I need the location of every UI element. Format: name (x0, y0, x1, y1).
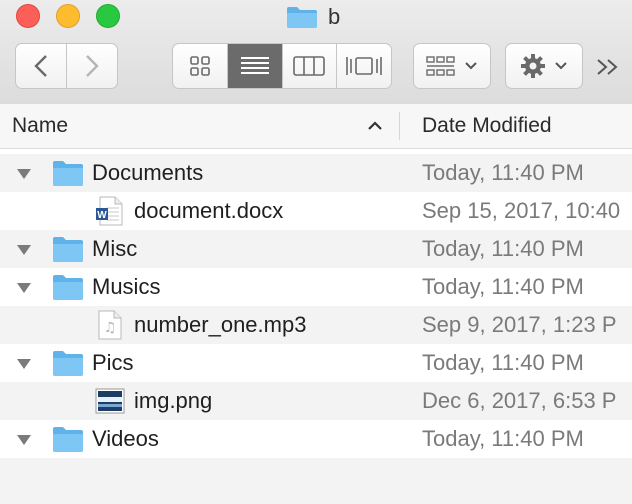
item-name: document.docx (134, 198, 284, 223)
window-title-text: b (328, 4, 341, 29)
cover-flow-view-button[interactable] (336, 44, 391, 88)
toolbar-overflow-button[interactable] (594, 52, 622, 82)
item-date-modified: Today, 11:40 PM (422, 274, 584, 299)
item-name: Videos (92, 426, 159, 451)
item-date-modified: Sep 9, 2017, 1:23 P (422, 312, 617, 337)
folder-icon (53, 351, 83, 376)
arrange-grid-icon (426, 56, 455, 76)
svg-text:W: W (97, 210, 107, 221)
column-divider[interactable] (399, 112, 400, 140)
disclosure-triangle-icon[interactable] (15, 357, 33, 371)
file-row[interactable]: Wdocument.docx Sep 15, 2017, 10:40 (0, 192, 632, 230)
folder-icon (287, 7, 317, 28)
image-file-icon (95, 388, 125, 414)
audio-file-icon: ♫ (98, 310, 122, 340)
minimize-window-button[interactable] (56, 4, 80, 28)
list-view-button[interactable] (226, 44, 282, 88)
chevron-down-icon (555, 62, 567, 70)
item-date-modified: Dec 6, 2017, 6:53 P (422, 388, 617, 413)
disclosure-triangle-icon[interactable] (15, 167, 33, 181)
item-date-modified: Today, 11:40 PM (422, 350, 584, 375)
icon-view-icon (190, 56, 210, 76)
item-date-modified: Today, 11:40 PM (422, 236, 584, 261)
folder-icon (53, 427, 83, 452)
chevron-left-icon (34, 55, 47, 77)
column-view-icon (293, 56, 326, 76)
folder-row[interactable]: Musics Today, 11:40 PM (0, 268, 632, 306)
column-header-row: Name Date Modified (0, 104, 632, 149)
navigation-buttons (15, 43, 118, 89)
folder-icon (53, 275, 83, 300)
disclosure-triangle-icon[interactable] (15, 243, 33, 257)
icon-view-button[interactable] (173, 44, 227, 88)
list-view-icon (240, 57, 269, 74)
finder-window: b Name Date Modified Documents Today, 11… (0, 0, 632, 504)
disclosure-triangle-icon[interactable] (15, 281, 33, 295)
view-mode-selector (172, 43, 392, 89)
gear-icon (521, 54, 545, 78)
window-title: b (286, 4, 340, 30)
item-name: Documents (92, 160, 204, 185)
item-date-modified: Today, 11:40 PM (422, 160, 584, 185)
file-list: Documents Today, 11:40 PM Wdocument.docx Se… (0, 154, 632, 458)
close-window-button[interactable] (16, 4, 40, 28)
folder-icon (53, 237, 83, 262)
forward-button[interactable] (66, 44, 117, 88)
folder-row[interactable]: Documents Today, 11:40 PM (0, 154, 632, 192)
item-name: Pics (92, 350, 134, 375)
item-name: Misc (92, 236, 138, 261)
file-row[interactable]: ♫ number_one.mp3 Sep 9, 2017, 1:23 P (0, 306, 632, 344)
item-name: number_one.mp3 (134, 312, 307, 337)
disclosure-triangle-icon[interactable] (15, 433, 33, 447)
back-button[interactable] (16, 44, 66, 88)
folder-row[interactable]: Videos Today, 11:40 PM (0, 420, 632, 458)
item-date-modified: Sep 15, 2017, 10:40 (422, 198, 621, 223)
column-view-button[interactable] (281, 44, 337, 88)
word-document-icon: W (96, 196, 123, 226)
cover-flow-view-icon (346, 57, 382, 75)
arrange-button[interactable] (413, 43, 491, 89)
date-modified-column-header[interactable]: Date Modified (422, 104, 552, 148)
double-chevron-right-icon (597, 59, 618, 75)
toolbar: b (0, 0, 632, 105)
item-name: img.png (134, 388, 213, 413)
file-row[interactable]: img.png Dec 6, 2017, 6:53 P (0, 382, 632, 420)
name-column-header[interactable]: Name (12, 104, 68, 148)
zoom-window-button[interactable] (96, 4, 120, 28)
folder-row[interactable]: Pics Today, 11:40 PM (0, 344, 632, 382)
folder-icon (53, 161, 83, 186)
chevron-down-icon (465, 62, 477, 70)
chevron-right-icon (86, 55, 99, 77)
item-name: Musics (92, 274, 161, 299)
item-date-modified: Today, 11:40 PM (422, 426, 584, 451)
sort-ascending-icon[interactable] (366, 119, 384, 133)
action-button[interactable] (505, 43, 583, 89)
svg-text:♫: ♫ (104, 320, 117, 336)
folder-row[interactable]: Misc Today, 11:40 PM (0, 230, 632, 268)
list-empty-area (0, 458, 632, 504)
